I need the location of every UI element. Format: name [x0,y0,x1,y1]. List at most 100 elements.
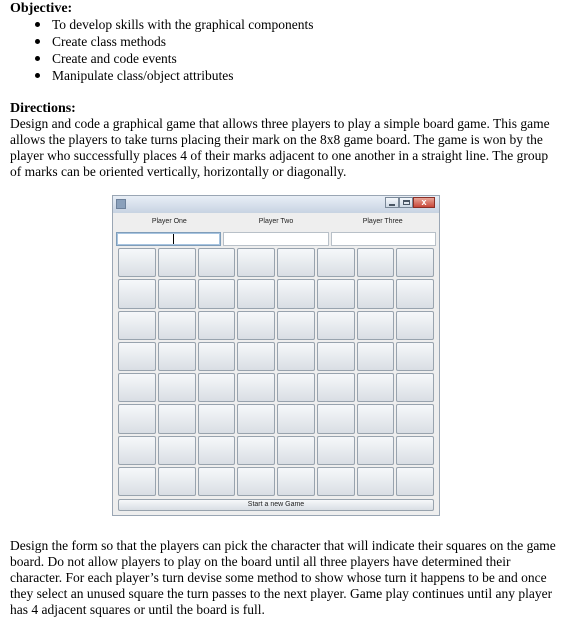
player-three-label: Player Three [362,218,403,225]
board-square[interactable] [356,341,395,371]
board-square[interactable] [118,466,156,496]
board-square[interactable] [396,466,434,496]
player-two-field[interactable] [223,232,329,246]
board-square[interactable] [316,248,355,278]
board-square[interactable] [396,373,434,403]
objective-heading: Objective: [10,1,73,16]
objective-item-text: Manipulate class/object attributes [52,68,234,83]
objective-item-text: To develop skills with the graphical com… [52,17,314,32]
board-square[interactable] [118,404,156,434]
board-square[interactable] [277,404,315,434]
board-square[interactable] [118,341,156,371]
board-square[interactable] [356,466,395,496]
board-square[interactable] [237,373,275,403]
player-two-label: Player Two [258,218,294,225]
board-square[interactable] [396,435,434,465]
board-square[interactable] [157,279,196,309]
bullet-icon [35,73,40,78]
player-three-field[interactable] [330,232,436,246]
design-text: Design the form so that the players can … [10,538,556,617]
board-square[interactable] [316,341,355,371]
bullet-icon [35,39,40,44]
board-square[interactable] [197,248,236,278]
board-square[interactable] [356,404,395,434]
board-square[interactable] [237,341,275,371]
minimize-icon [389,203,395,206]
board-square[interactable] [277,248,315,278]
board-square[interactable] [237,248,275,278]
board-square[interactable] [157,466,196,496]
board-square[interactable] [316,279,355,309]
board-square[interactable] [118,279,156,309]
board-square[interactable] [356,435,395,465]
board-square[interactable] [197,404,236,434]
bullet-icon [35,56,40,61]
board-square[interactable] [316,310,355,340]
board-square[interactable] [277,435,315,465]
board-square[interactable] [157,435,196,465]
bullet-icon [35,22,40,27]
close-button[interactable]: x [413,197,435,208]
objective-item-text: Create class methods [52,34,166,49]
board-square[interactable] [316,373,355,403]
objective-item: To develop skills with the graphical com… [10,16,314,33]
board-square[interactable] [157,404,196,434]
board-square[interactable] [316,435,355,465]
window-controls: x [385,197,435,208]
board-square[interactable] [197,341,236,371]
board-square[interactable] [277,341,315,371]
minimize-button[interactable] [385,197,399,208]
board-square[interactable] [237,310,275,340]
board-square[interactable] [277,466,315,496]
text-caret [173,234,174,244]
board-square[interactable] [396,279,434,309]
objective-item-text: Create and code events [52,51,177,66]
board-square[interactable] [277,373,315,403]
board-square[interactable] [396,404,434,434]
game-window-screenshot: x Player One Player Two Player Three Sta… [112,195,440,516]
board-square[interactable] [277,310,315,340]
board-square[interactable] [396,310,434,340]
board-square[interactable] [157,248,196,278]
maximize-icon [402,200,410,205]
board-square[interactable] [237,435,275,465]
close-icon: x [421,197,427,207]
board-square[interactable] [316,466,355,496]
board-square[interactable] [237,466,275,496]
directions-text: Design and code a graphical game that al… [10,116,550,179]
board-square[interactable] [118,435,156,465]
board-square[interactable] [356,310,395,340]
player-one-label: Player One [151,218,187,225]
board-square[interactable] [197,466,236,496]
board-square[interactable] [356,248,395,278]
player-fields [116,232,436,246]
board-square[interactable] [356,279,395,309]
board-square[interactable] [157,310,196,340]
board-square[interactable] [197,373,236,403]
board-square[interactable] [396,341,434,371]
board-square[interactable] [237,279,275,309]
board-square[interactable] [157,341,196,371]
board-square[interactable] [118,248,156,278]
board-square[interactable] [197,435,236,465]
board-square[interactable] [157,373,196,403]
maximize-button[interactable] [399,197,413,208]
board-square[interactable] [118,310,156,340]
player-one-field[interactable] [116,232,222,246]
board-square[interactable] [118,373,156,403]
objective-list: To develop skills with the graphical com… [10,16,314,84]
directions-heading: Directions: [10,101,76,116]
board-square[interactable] [197,279,236,309]
board-square[interactable] [396,248,434,278]
objective-item: Manipulate class/object attributes [10,67,314,84]
game-board [118,248,434,496]
player-labels: Player One Player Two Player Three [116,217,436,226]
board-square[interactable] [356,373,395,403]
start-new-game-button[interactable]: Start a new Game [118,499,434,511]
board-square[interactable] [237,404,275,434]
board-square[interactable] [316,404,355,434]
board-square[interactable] [277,279,315,309]
board-square[interactable] [197,310,236,340]
objective-item: Create and code events [10,50,314,67]
window-titlebar: x [113,196,439,213]
